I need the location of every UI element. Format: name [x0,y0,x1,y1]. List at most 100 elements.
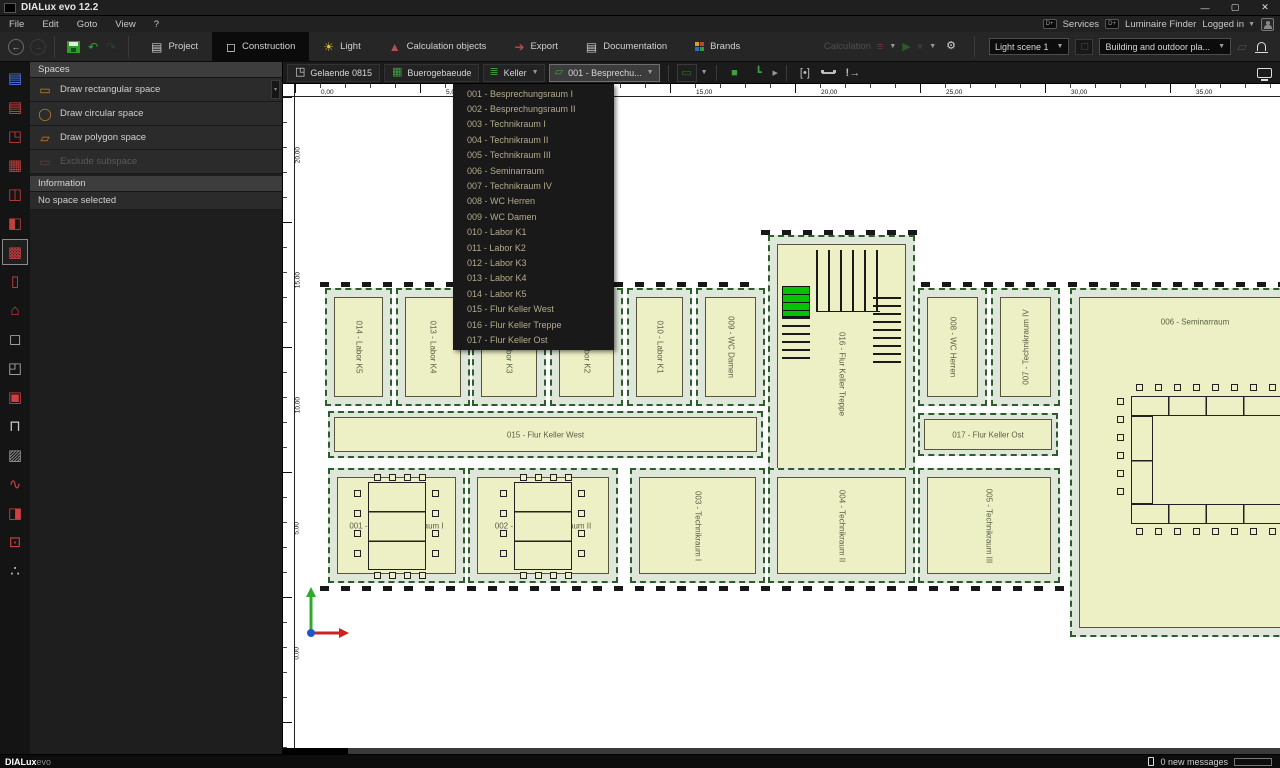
furniture-icon[interactable]: ⊓ [2,413,28,439]
services-button[interactable]: Services [1063,19,1099,30]
user-avatar[interactable] [1261,18,1274,31]
space-option-008-wc-herren[interactable]: 008 - WC Herren [453,194,614,209]
chair[interactable] [1117,470,1124,477]
space-option-004-technikraum-ii[interactable]: 004 - Technikraum II [453,132,614,147]
tool-draw-circular-space[interactable]: ◯Draw circular space [30,102,282,126]
l-shape-space-tool-icon[interactable]: ┗ [749,64,769,82]
space-option-005-technikraum-iii[interactable]: 005 - Technikraum III [453,148,614,163]
chair[interactable] [404,572,411,579]
room-006-seminarraum[interactable]: 006 - Seminarraum [1070,288,1280,637]
chair[interactable] [1117,488,1124,495]
chair[interactable] [1231,384,1238,391]
minimize-button[interactable]: — [1190,0,1220,15]
display-mode-select[interactable]: Building and outdoor pla... ▼ [1099,38,1231,55]
chair[interactable] [1193,528,1200,535]
chair[interactable] [432,510,439,517]
light-scene-edit-button[interactable]: ▢ [1075,39,1093,55]
tab-documentation[interactable]: ▤Documentation [572,32,681,62]
chair[interactable] [1155,528,1162,535]
space-option-011-labor-k2[interactable]: 011 - Labor K2 [453,240,614,255]
chair[interactable] [500,510,507,517]
chair[interactable] [432,490,439,497]
forward-button[interactable]: → [30,39,46,55]
chair[interactable] [578,530,585,537]
space-option-001-besprechungsraum-i[interactable]: 001 - Besprechungsraum I [453,86,614,101]
chair[interactable] [1250,384,1257,391]
chair[interactable] [1117,416,1124,423]
space-option-015-flur-keller-west[interactable]: 015 - Flur Keller West [453,301,614,316]
window-icon[interactable]: ▣ [2,384,28,410]
maximize-button[interactable]: ▢ [1220,0,1250,15]
chair[interactable] [1212,528,1219,535]
chair[interactable] [1269,528,1276,535]
chevron-down-icon[interactable]: ▼ [889,43,896,50]
chair[interactable] [520,474,527,481]
roof-icon[interactable]: ⌂ [2,297,28,323]
space-option-017-flur-keller-ost[interactable]: 017 - Flur Keller Ost [453,332,614,347]
plan-view-icon[interactable]: ▱ [1237,39,1247,55]
notifications-bell-icon[interactable] [1257,42,1266,51]
room-017-flur-keller-ost[interactable]: 017 - Flur Keller Ost [918,413,1058,456]
building-icon[interactable]: ▦ [2,152,28,178]
back-button[interactable]: ← [8,39,24,55]
menu-goto[interactable]: Goto [68,19,107,30]
space-option-010-labor-k1[interactable]: 010 - Labor K1 [453,225,614,240]
site-button[interactable]: ◳ Gelaende 0815 [287,64,380,82]
storey-icon[interactable]: ◫ [2,181,28,207]
room-005-technikraum-iii[interactable]: 005 - Technikraum III [918,468,1060,583]
stair-highlight-steps[interactable] [782,286,810,317]
chair[interactable] [550,572,557,579]
chair[interactable] [354,510,361,517]
menu-[interactable]: ? [145,19,168,30]
chair[interactable] [354,530,361,537]
drawing-canvas[interactable]: 0,005,0010,0015,0020,0025,0030,0035,00 2… [283,84,1280,754]
room-002-besprechungsraum-ii[interactable]: 002 - Besprechungsraum II [468,468,618,583]
save-icon[interactable] [67,41,80,53]
room-014-labor-k5[interactable]: 014 - Labor K5 [325,288,392,406]
chair[interactable] [535,474,542,481]
chair[interactable] [1136,384,1143,391]
storey-select[interactable]: ≣ Keller ▼ [483,64,544,82]
stair-flight-left[interactable] [782,317,810,361]
stair-flight-right[interactable] [873,297,901,364]
tab-brands[interactable]: Brands [681,32,754,62]
logged-in-menu[interactable]: Logged in▼ [1202,19,1255,30]
menu-file[interactable]: File [0,19,33,30]
chair[interactable] [520,572,527,579]
chair[interactable] [389,474,396,481]
chair[interactable] [500,490,507,497]
column-icon[interactable]: ▯ [2,268,28,294]
cutout-icon[interactable]: ◰ [2,355,28,381]
chair[interactable] [419,572,426,579]
space-option-009-wc-damen[interactable]: 009 - WC Damen [453,209,614,224]
chair[interactable] [1193,384,1200,391]
chair[interactable] [354,550,361,557]
chair[interactable] [354,490,361,497]
chair[interactable] [1250,528,1257,535]
frame-icon[interactable]: ⊡ [2,529,28,555]
chair[interactable] [578,490,585,497]
chair[interactable] [578,550,585,557]
chair[interactable] [404,474,411,481]
import-dwg-icon[interactable]: ▤ [2,65,28,91]
light-scene-select[interactable]: Light scene 1 ▼ [989,38,1069,55]
chair[interactable] [1155,384,1162,391]
chair[interactable] [1174,528,1181,535]
tab-construction[interactable]: ◻Construction [212,32,309,62]
close-button[interactable]: ✕ [1250,0,1280,15]
chevron-right-icon[interactable]: ▶ [773,69,778,77]
room-004-technikraum-ii[interactable]: 004 - Technikraum II [768,468,915,583]
dimension-tool-icon[interactable] [819,64,839,82]
gear-icon[interactable]: ⚙ [942,41,960,52]
chevron-down-icon[interactable]: ▼ [701,69,708,76]
space-option-014-labor-k5[interactable]: 014 - Labor K5 [453,286,614,301]
room-015-flur-keller-west[interactable]: 015 - Flur Keller West [328,411,763,458]
redo-button[interactable]: ↷ [102,41,120,53]
chair[interactable] [1212,384,1219,391]
tool-options-expander[interactable]: ▾ [271,80,280,99]
luminaire-finder-button[interactable]: Luminaire Finder [1125,19,1196,30]
messages-count[interactable]: 0 new messages [1160,757,1228,767]
table[interactable] [1131,416,1153,504]
chair[interactable] [500,550,507,557]
space-option-007-technikraum-iv[interactable]: 007 - Technikraum IV [453,178,614,193]
